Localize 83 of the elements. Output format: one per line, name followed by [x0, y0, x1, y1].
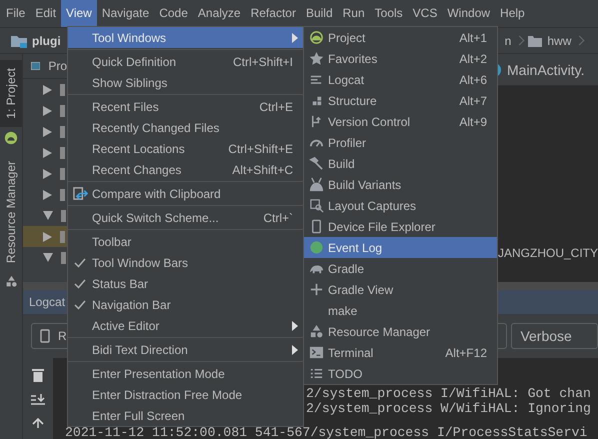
menu-item[interactable]: Status Bar	[68, 273, 303, 294]
menu-item[interactable]: Event Log	[304, 237, 497, 258]
menu-bar-item[interactable]: Run	[338, 0, 370, 27]
panel-tab[interactable]: Pro	[48, 59, 67, 73]
menu-item[interactable]: Recent Changes Alt+Shift+C	[68, 159, 303, 180]
tool-window-tab[interactable]: Resource Manager	[4, 152, 18, 271]
menu-item[interactable]: Toolbar	[68, 231, 303, 252]
menu-item[interactable]: Logcat Alt+6	[304, 69, 497, 90]
menu-item[interactable]: Structure Alt+7	[304, 90, 497, 111]
menu-bar-item[interactable]: Navigate	[96, 0, 154, 27]
menu-item[interactable]: TODO	[304, 363, 497, 384]
menu-item[interactable]: Resource Manager	[304, 321, 497, 342]
tree-row[interactable]	[23, 226, 67, 247]
menu-item[interactable]: Gradle View	[304, 279, 497, 300]
menu-item[interactable]: Quick Switch Scheme... Ctrl+`	[68, 207, 303, 228]
code-line: JANGZHOU_CITY	[498, 246, 598, 260]
menu-item[interactable]: Build Variants	[304, 174, 497, 195]
menu-bar-item[interactable]: Help	[495, 0, 530, 27]
plus-icon	[308, 282, 324, 297]
menu-bar-item[interactable]: VCS	[408, 0, 442, 27]
star-icon	[308, 51, 324, 66]
menu-item[interactable]: Version Control Alt+9	[304, 111, 497, 132]
shapes-icon	[4, 274, 18, 288]
menu-bar-item[interactable]: Refactor	[246, 0, 301, 27]
menu-bar-item[interactable]: Analyze	[192, 0, 246, 27]
log-level-dropdown[interactable]: Verbose	[511, 323, 598, 349]
menu-bar-item[interactable]: Tools	[370, 0, 408, 27]
scroll-to-end-icon[interactable]	[31, 394, 45, 406]
trash-icon[interactable]	[32, 368, 44, 382]
menu-bar-item[interactable]: View	[61, 0, 97, 27]
log-line: 2021-11-12 11:52:00.081 541-567/system_process I/ProcessStatsServi	[65, 425, 588, 439]
phone-icon	[40, 329, 50, 343]
android-icon	[308, 30, 324, 45]
menu-item[interactable]: Enter Distraction Free Mode	[68, 384, 303, 405]
shapes-icon	[308, 324, 324, 339]
menu-item[interactable]: Recent Files Ctrl+E	[68, 96, 303, 117]
menu-bar-item[interactable]: Code	[154, 0, 193, 27]
window-icon	[31, 60, 40, 72]
project-name[interactable]: plugi	[32, 34, 61, 48]
menu-item[interactable]: Project Alt+1	[304, 27, 497, 48]
menu-item[interactable]: Build	[304, 153, 497, 174]
menu-item[interactable]: Active Editor	[68, 315, 303, 336]
breadcrumb[interactable]: n	[504, 34, 512, 48]
menu-bar-item[interactable]: Edit	[30, 0, 62, 27]
log-line: 2/system_process I/WifiHAL: Got chan	[306, 386, 591, 401]
menu-item[interactable]: Terminal Alt+F12	[304, 342, 497, 363]
menu-item[interactable]: Tool Windows	[68, 27, 303, 48]
breadcrumb[interactable]: hww	[547, 34, 572, 48]
menu-item[interactable]: make	[304, 300, 497, 321]
android-head-icon	[308, 177, 324, 192]
menu-item[interactable]: Compare with Clipboard	[68, 183, 303, 204]
menu-item[interactable]: Tool Window Bars	[68, 252, 303, 273]
menu-item[interactable]: Gradle	[304, 258, 497, 279]
checkmark-icon	[74, 278, 86, 288]
menu-bar-item[interactable]: Window	[442, 0, 496, 27]
checkmark-icon	[74, 300, 86, 310]
checkmark-icon	[74, 258, 86, 268]
menu-item[interactable]: Quick Definition Ctrl+Shift+I	[68, 51, 303, 72]
editor-tab-label: MainActivity.	[507, 62, 585, 78]
menu-item[interactable]: Enter Full Screen	[68, 405, 303, 426]
menu-item[interactable]: Device File Explorer	[304, 216, 497, 237]
menu-item[interactable]: Recent Locations Ctrl+Shift+E	[68, 138, 303, 159]
hammer-icon	[308, 156, 324, 171]
list-icon	[308, 366, 324, 381]
menu-item[interactable]: Navigation Bar	[68, 294, 303, 315]
terminal-icon	[308, 345, 324, 360]
magnifier-icon	[308, 198, 324, 213]
menu-bar-item[interactable]: Build	[300, 0, 338, 27]
speech-bubble-icon	[308, 240, 324, 255]
menu-bar-item[interactable]: File	[1, 0, 30, 27]
android-icon	[4, 130, 18, 145]
menu-item[interactable]: Profiler	[304, 132, 497, 153]
menu-item[interactable]: Layout Captures	[304, 195, 497, 216]
tool-window-tab[interactable]: 1: Project	[0, 60, 22, 127]
folder-icon	[528, 34, 542, 46]
menu-item[interactable]: Recently Changed Files	[68, 117, 303, 138]
log-line: 2/system_process W/WifiHAL: Ignoring	[306, 401, 591, 416]
menu-item[interactable]: Enter Presentation Mode	[68, 363, 303, 384]
menu-item[interactable]: Show Siblings	[68, 72, 303, 93]
panel-tab[interactable]: Logcat	[29, 295, 66, 309]
menu-item[interactable]: Bidi Text Direction	[68, 339, 303, 360]
menu-item[interactable]: Favorites Alt+2	[304, 48, 497, 69]
up-arrow-icon[interactable]	[32, 418, 44, 428]
